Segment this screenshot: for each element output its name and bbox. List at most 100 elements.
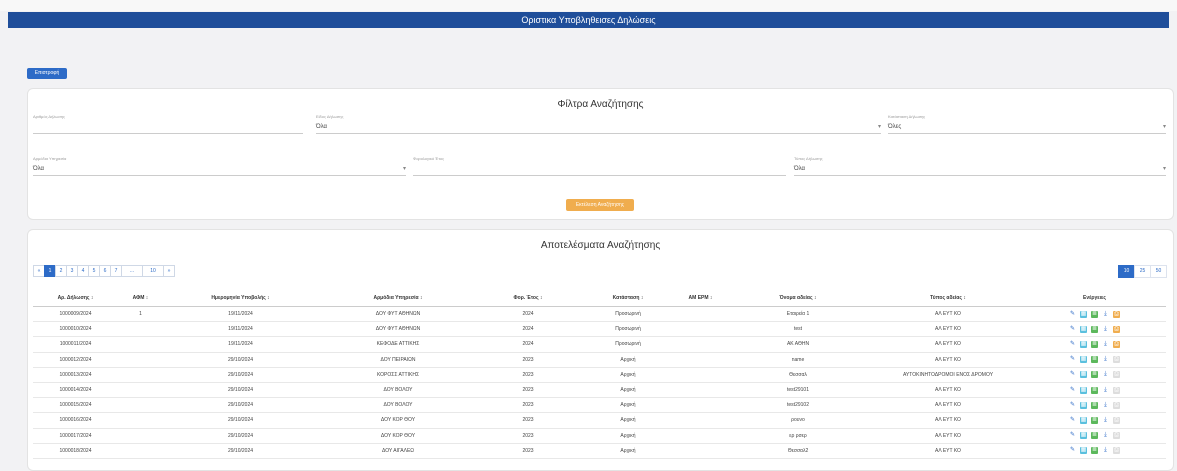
cell-am: [678, 306, 723, 323]
list-icon[interactable]: ≣: [1091, 432, 1098, 440]
back-button[interactable]: Επιστροφή: [27, 68, 67, 79]
print-icon[interactable]: ⎙: [1113, 416, 1120, 424]
print-icon[interactable]: ⎙: [1113, 325, 1120, 333]
list-icon[interactable]: ≣: [1091, 340, 1098, 348]
pencil-icon[interactable]: ✎: [1069, 417, 1076, 424]
table-row: 1000010/2024 19/11/2024 ΔΟΥ ΦΥΤ ΑΘΗΝΩΝ 2024…: [33, 321, 1166, 338]
pencil-icon[interactable]: ✎: [1069, 341, 1076, 348]
declaration-kind-select[interactable]: Όλα ▾: [316, 121, 881, 134]
download-icon[interactable]: ⤓: [1102, 356, 1109, 363]
table-icon[interactable]: ▦: [1080, 432, 1087, 440]
table-icon[interactable]: ▦: [1080, 401, 1087, 409]
office-select[interactable]: Όλα ▾: [33, 163, 406, 176]
cell-afm: [118, 428, 163, 444]
cell-am: [678, 397, 723, 414]
table-body: 1000009/2024 1 19/11/2024 ΔΟΥ ΦΥΤ ΑΘΗΝΩΝ 202…: [33, 306, 1166, 459]
pager-page[interactable]: 10: [142, 265, 164, 277]
list-icon[interactable]: ≣: [1091, 447, 1098, 455]
cell-afm: 1: [118, 306, 163, 323]
pager-next[interactable]: »: [163, 265, 175, 277]
column-header[interactable]: Φορ. Έτος ↕: [478, 290, 578, 307]
column-header[interactable]: Τύπος αδείας ↕: [873, 290, 1023, 307]
table-icon[interactable]: ▦: [1080, 416, 1087, 424]
print-icon[interactable]: ⎙: [1113, 356, 1120, 364]
list-icon[interactable]: ≣: [1091, 416, 1098, 424]
table-icon[interactable]: ▦: [1080, 325, 1087, 333]
table-icon[interactable]: ▦: [1080, 310, 1087, 318]
column-header[interactable]: ΑΦΜ ↕: [118, 290, 163, 307]
table-icon[interactable]: ▦: [1080, 447, 1087, 455]
download-icon[interactable]: ⤓: [1102, 371, 1109, 378]
cell-date: 29/10/2024: [163, 412, 318, 429]
list-icon[interactable]: ≣: [1091, 401, 1098, 409]
cell-actions: ✎ ▦ ≣ ⤓ ⎙: [1023, 306, 1166, 323]
pencil-icon[interactable]: ✎: [1069, 371, 1076, 378]
column-header[interactable]: Αρμόδια Υπηρεσία ↕: [318, 290, 478, 307]
filter-label-declaration-kind: Είδος Δήλωσης: [316, 114, 344, 119]
download-icon[interactable]: ⤓: [1102, 417, 1109, 424]
print-icon[interactable]: ⎙: [1113, 447, 1120, 455]
cell-date: 29/10/2024: [163, 352, 318, 368]
download-icon[interactable]: ⤓: [1102, 311, 1109, 318]
cell-year: 2023: [478, 397, 578, 414]
pencil-icon[interactable]: ✎: [1069, 311, 1076, 318]
column-header[interactable]: Όνομα αδείας ↕: [723, 290, 873, 307]
cell-no: 1000018/2024: [33, 443, 118, 459]
print-icon[interactable]: ⎙: [1113, 371, 1120, 379]
download-icon[interactable]: ⤓: [1102, 432, 1109, 439]
table-icon[interactable]: ▦: [1080, 340, 1087, 348]
table-row: 1000015/2024 29/10/2024 ΔΟΥ ΒΟΛΟΥ 2023 Αρχικ…: [33, 397, 1166, 414]
list-icon[interactable]: ≣: [1091, 371, 1098, 379]
download-icon[interactable]: ⤓: [1102, 387, 1109, 394]
pencil-icon[interactable]: ✎: [1069, 387, 1076, 394]
declaration-type-select[interactable]: Όλα ▾: [794, 163, 1166, 176]
column-header[interactable]: Ημερομηνία Υποβολής ↕: [163, 290, 318, 307]
page-size-25[interactable]: 25: [1134, 265, 1151, 278]
table-row: 1000016/2024 29/10/2024 ΔΟΥ ΚΟΡ ΘΟΥ 2023 Αρχ…: [33, 412, 1166, 429]
cell-name: ερ ρσερ: [723, 428, 873, 444]
pencil-icon[interactable]: ✎: [1069, 356, 1076, 363]
list-icon[interactable]: ≣: [1091, 325, 1098, 333]
table-icon[interactable]: ▦: [1080, 371, 1087, 379]
search-button[interactable]: Εκτέλεση Αναζήτησης: [566, 199, 634, 211]
cell-office: ΔΟΥ ΒΟΛΟΥ: [318, 382, 478, 399]
print-icon[interactable]: ⎙: [1113, 386, 1120, 394]
pencil-icon[interactable]: ✎: [1069, 402, 1076, 409]
print-icon[interactable]: ⎙: [1113, 340, 1120, 348]
download-icon[interactable]: ⤓: [1102, 402, 1109, 409]
cell-type: ΑΛ ΕΥΤ ΚΟ: [873, 397, 1023, 414]
cell-office: ΚΕΦΟΔΕ ΑΤΤΙΚΗΣ: [318, 336, 478, 353]
pencil-icon[interactable]: ✎: [1069, 447, 1076, 454]
column-header[interactable]: ΑΜ ΕΡΜ ↕: [678, 290, 723, 307]
column-header: Ενέργειες: [1023, 290, 1166, 307]
list-icon[interactable]: ≣: [1091, 310, 1098, 318]
table-icon[interactable]: ▦: [1080, 356, 1087, 364]
download-icon[interactable]: ⤓: [1102, 447, 1109, 454]
declaration-status-select[interactable]: Όλες ▾: [888, 121, 1166, 134]
table-icon[interactable]: ▦: [1080, 386, 1087, 394]
pencil-icon[interactable]: ✎: [1069, 326, 1076, 333]
pencil-icon[interactable]: ✎: [1069, 432, 1076, 439]
cell-actions: ✎ ▦ ≣ ⤓ ⎙: [1023, 382, 1166, 399]
cell-name: Εταιρεία 1: [723, 306, 873, 323]
filter-label-declaration-no: Αριθμός Δήλωσης: [33, 114, 65, 119]
print-icon[interactable]: ⎙: [1113, 310, 1120, 318]
cell-no: 1000014/2024: [33, 382, 118, 399]
tax-year-input[interactable]: [413, 163, 786, 176]
filter-label-declaration-type: Τύπος Δήλωσης: [794, 156, 823, 161]
print-icon[interactable]: ⎙: [1113, 401, 1120, 409]
page-size-10[interactable]: 10: [1118, 265, 1135, 278]
table-row: 1000014/2024 29/10/2024 ΔΟΥ ΒΟΛΟΥ 2023 Αρχικ…: [33, 382, 1166, 399]
column-header[interactable]: Αρ. Δήλωσης ↕: [33, 290, 118, 307]
list-icon[interactable]: ≣: [1091, 356, 1098, 364]
print-icon[interactable]: ⎙: [1113, 432, 1120, 440]
declaration-no-input[interactable]: [33, 121, 303, 134]
cell-type: ΑΛ ΕΥΤ ΚΟ: [873, 321, 1023, 338]
pagination: « 1 2 3 4 5 6 7 ... 10 »: [33, 265, 175, 277]
download-icon[interactable]: ⤓: [1102, 341, 1109, 348]
download-icon[interactable]: ⤓: [1102, 326, 1109, 333]
cell-office: ΔΟΥ ΚΟΡ ΘΟΥ: [318, 412, 478, 429]
list-icon[interactable]: ≣: [1091, 386, 1098, 394]
page-size-50[interactable]: 50: [1150, 265, 1167, 278]
column-header[interactable]: Κατάσταση ↕: [578, 290, 678, 307]
